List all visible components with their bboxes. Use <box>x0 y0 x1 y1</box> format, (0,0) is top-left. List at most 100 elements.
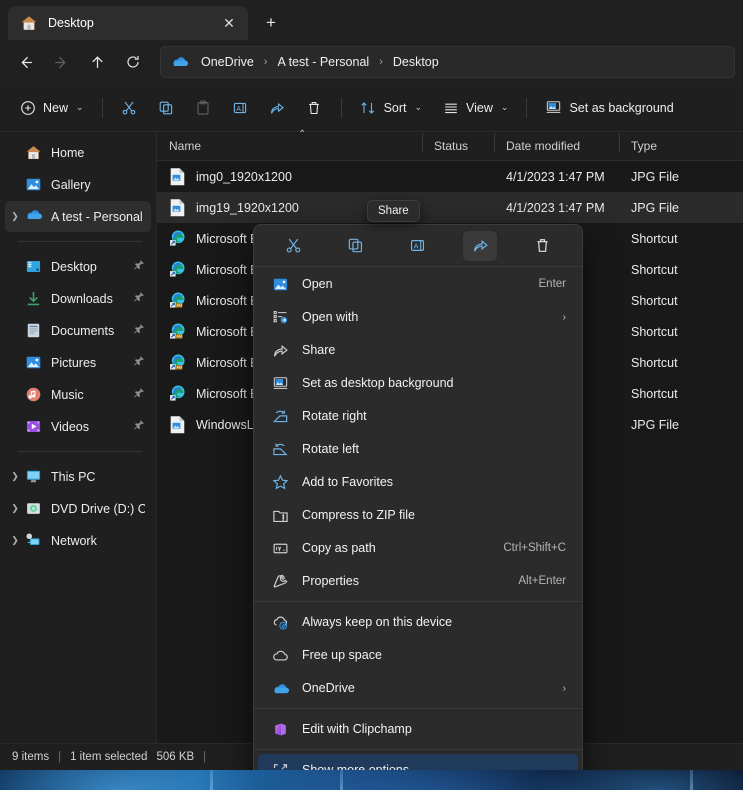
mini-rename-button[interactable]: A <box>401 231 435 261</box>
more-options-icon <box>272 762 289 771</box>
copy-path-icon <box>272 540 289 557</box>
menu-item-open-with[interactable]: Open with › <box>258 301 578 333</box>
context-menu: A Open Enter Open with › <box>253 224 583 770</box>
breadcrumb[interactable]: OneDrive › A test - Personal › Desktop <box>160 46 735 78</box>
sort-button-label: Sort <box>384 101 407 115</box>
menu-item-set-as-desktop-background[interactable]: Set as desktop background <box>258 367 578 399</box>
file-explorer-window: Desktop ✕ + OneDrive › A test - Personal… <box>0 0 743 770</box>
file-type-cell: Shortcut <box>619 325 719 339</box>
table-row[interactable]: img0_1920x1200 4/1/2023 1:47 PM JPG File <box>157 161 743 192</box>
sort-button[interactable]: Sort ⌄ <box>351 92 431 124</box>
table-row[interactable]: img19_1920x1200 4/1/2023 1:47 PM JPG Fil… <box>157 192 743 223</box>
dvd-icon <box>25 500 42 517</box>
view-icon <box>442 99 459 116</box>
tab-desktop[interactable]: Desktop ✕ <box>8 6 248 40</box>
mini-delete-button[interactable] <box>526 231 560 261</box>
sidebar-item-desktop[interactable]: Desktop <box>5 251 151 282</box>
menu-item-always-keep-on-this-device[interactable]: Always keep on this device <box>258 606 578 638</box>
chevron-right-icon[interactable]: ❯ <box>5 471 25 482</box>
pin-icon[interactable] <box>133 355 145 370</box>
jpg-file-icon <box>169 415 186 434</box>
rename-icon: A <box>232 99 249 116</box>
sidebar-item-a-test-personal[interactable]: ❯ A test - Personal <box>5 201 151 232</box>
menu-item-label: Properties <box>302 574 508 588</box>
breadcrumb-item-onedrive[interactable]: OneDrive <box>196 53 259 71</box>
pin-icon[interactable] <box>133 419 145 434</box>
menu-item-onedrive[interactable]: OneDrive › <box>258 672 578 704</box>
sidebar-item-dvd-drive[interactable]: ❯ DVD Drive (D:) CCC <box>5 493 151 524</box>
pin-icon[interactable] <box>133 291 145 306</box>
breadcrumb-item-atest[interactable]: A test - Personal <box>272 53 374 71</box>
paste-button[interactable] <box>186 92 221 124</box>
chevron-right-icon[interactable]: ❯ <box>5 211 25 222</box>
set-as-background-button[interactable]: Set as background <box>536 92 682 124</box>
column-header-name[interactable]: Name <box>157 139 422 153</box>
sidebar-item-network[interactable]: ❯ Network <box>5 525 151 556</box>
properties-icon <box>272 573 289 590</box>
menu-item-label: Compress to ZIP file <box>302 508 566 522</box>
menu-item-add-to-favorites[interactable]: Add to Favorites <box>258 466 578 498</box>
clipchamp-icon <box>272 721 289 738</box>
file-name: WindowsLa <box>196 418 261 432</box>
column-header-date[interactable]: Date modified <box>494 139 619 153</box>
copy-button[interactable] <box>149 92 184 124</box>
up-button[interactable] <box>80 46 114 78</box>
menu-item-free-up-space[interactable]: Free up space <box>258 639 578 671</box>
sidebar-item-this-pc[interactable]: ❯ This PC <box>5 461 151 492</box>
menu-item-rotate-right[interactable]: Rotate right <box>258 400 578 432</box>
submenu-arrow-icon: › <box>563 312 566 323</box>
back-button[interactable] <box>8 46 42 78</box>
close-icon[interactable]: ✕ <box>216 10 242 36</box>
new-tab-button[interactable]: + <box>256 8 286 38</box>
sidebar-item-pictures[interactable]: Pictures <box>5 347 151 378</box>
sidebar-label: Gallery <box>51 178 145 192</box>
menu-item-edit-with-clipchamp[interactable]: Edit with Clipchamp <box>258 713 578 745</box>
downloads-icon <box>25 290 42 307</box>
new-button[interactable]: New ⌄ <box>10 92 93 124</box>
column-header-type[interactable]: Type <box>619 139 719 153</box>
share-button[interactable] <box>260 92 295 124</box>
refresh-button[interactable] <box>116 46 150 78</box>
menu-item-properties[interactable]: Properties Alt+Enter <box>258 565 578 597</box>
selection-size: 506 KB <box>156 751 194 763</box>
tab-title: Desktop <box>48 16 216 30</box>
mini-copy-button[interactable] <box>339 231 373 261</box>
sidebar-item-music[interactable]: Music <box>5 379 151 410</box>
chevron-right-icon[interactable]: ❯ <box>5 535 25 546</box>
view-button[interactable]: View ⌄ <box>433 92 517 124</box>
mini-cut-button[interactable] <box>276 231 310 261</box>
breadcrumb-item-desktop[interactable]: Desktop <box>388 53 444 71</box>
menu-item-open[interactable]: Open Enter <box>258 268 578 300</box>
sidebar-label: Documents <box>51 324 133 338</box>
sidebar-label: Network <box>51 534 145 548</box>
sidebar-item-gallery[interactable]: Gallery <box>5 169 151 200</box>
forward-button[interactable] <box>44 46 78 78</box>
cloud-download-icon <box>272 614 289 631</box>
file-type-cell: JPG File <box>619 418 719 432</box>
sidebar-item-documents[interactable]: Documents <box>5 315 151 346</box>
sidebar-item-videos[interactable]: Videos <box>5 411 151 442</box>
menu-item-show-more-options[interactable]: Show more options <box>258 754 578 770</box>
pin-icon[interactable] <box>133 323 145 338</box>
delete-button[interactable] <box>297 92 332 124</box>
sidebar-item-downloads[interactable]: Downloads <box>5 283 151 314</box>
menu-item-label: OneDrive <box>302 681 553 695</box>
sidebar-item-home[interactable]: Home <box>5 137 151 168</box>
open-with-icon <box>272 309 289 326</box>
network-icon <box>25 532 42 549</box>
menu-item-share[interactable]: Share <box>258 334 578 366</box>
pin-icon[interactable] <box>133 387 145 402</box>
menu-item-accelerator: Enter <box>539 278 567 290</box>
rename-button[interactable]: A <box>223 92 258 124</box>
menu-item-rotate-left[interactable]: Rotate left <box>258 433 578 465</box>
sidebar-label: Pictures <box>51 356 133 370</box>
menu-item-compress-to-zip[interactable]: Compress to ZIP file <box>258 499 578 531</box>
mini-share-button[interactable] <box>463 231 497 261</box>
pin-icon[interactable] <box>133 259 145 274</box>
menu-item-copy-as-path[interactable]: Copy as path Ctrl+Shift+C <box>258 532 578 564</box>
sort-icon <box>360 99 377 116</box>
column-header-status[interactable]: Status <box>422 139 494 153</box>
chevron-right-icon[interactable]: ❯ <box>5 503 25 514</box>
sidebar-label: Downloads <box>51 292 133 306</box>
cut-button[interactable] <box>112 92 147 124</box>
